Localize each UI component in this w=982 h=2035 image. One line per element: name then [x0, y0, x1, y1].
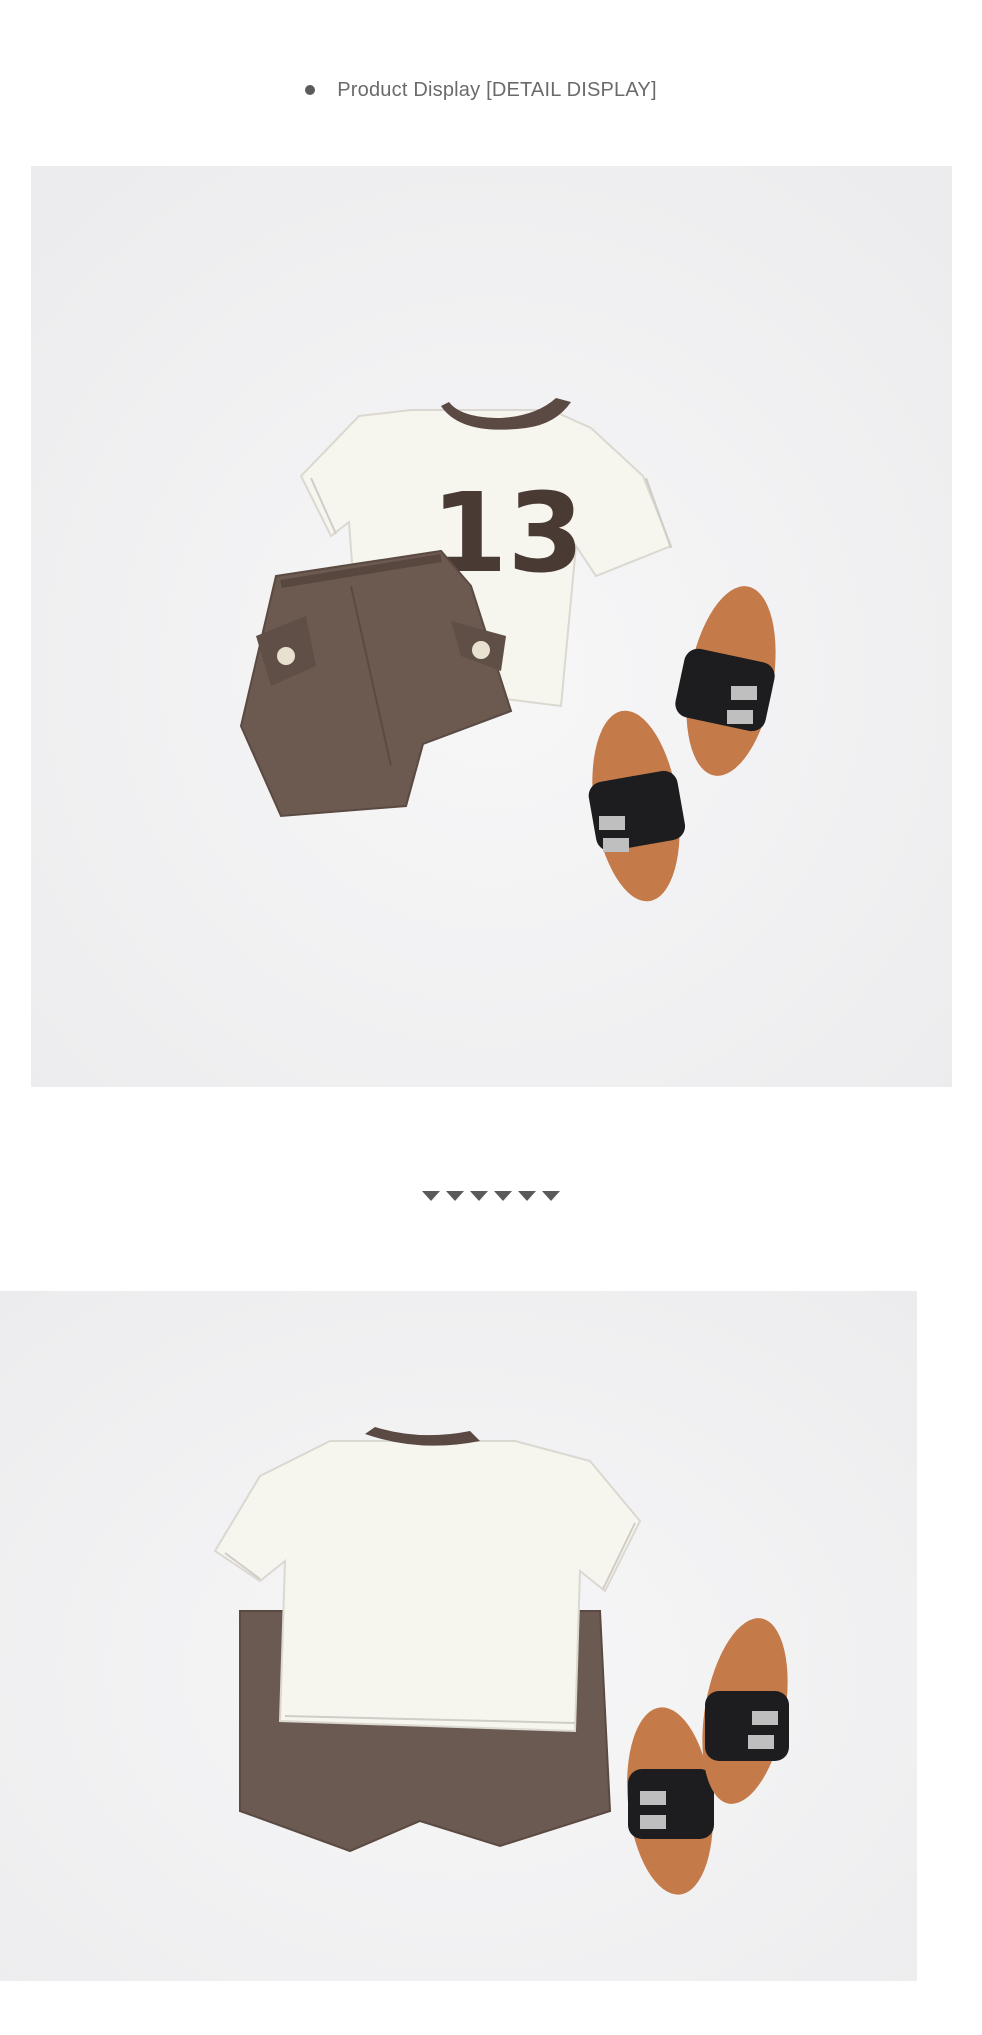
triangle-icon — [446, 1191, 464, 1201]
triangle-icon — [542, 1191, 560, 1201]
outfit-back-illustration — [0, 1291, 917, 1981]
section-title: Product Display [DETAIL DISPLAY] — [337, 78, 657, 101]
section-divider — [0, 1191, 982, 1213]
product-photo-back — [0, 1291, 917, 1981]
triangle-icon — [494, 1191, 512, 1201]
triangle-icon — [518, 1191, 536, 1201]
triangle-icon — [422, 1191, 440, 1201]
outfit-front-illustration: 13 — [31, 166, 952, 1087]
product-photo-front: 13 — [31, 166, 952, 1087]
section-header: Product Display [DETAIL DISPLAY] — [0, 70, 982, 110]
bullet-icon — [305, 85, 316, 95]
triangle-icon — [470, 1191, 488, 1201]
